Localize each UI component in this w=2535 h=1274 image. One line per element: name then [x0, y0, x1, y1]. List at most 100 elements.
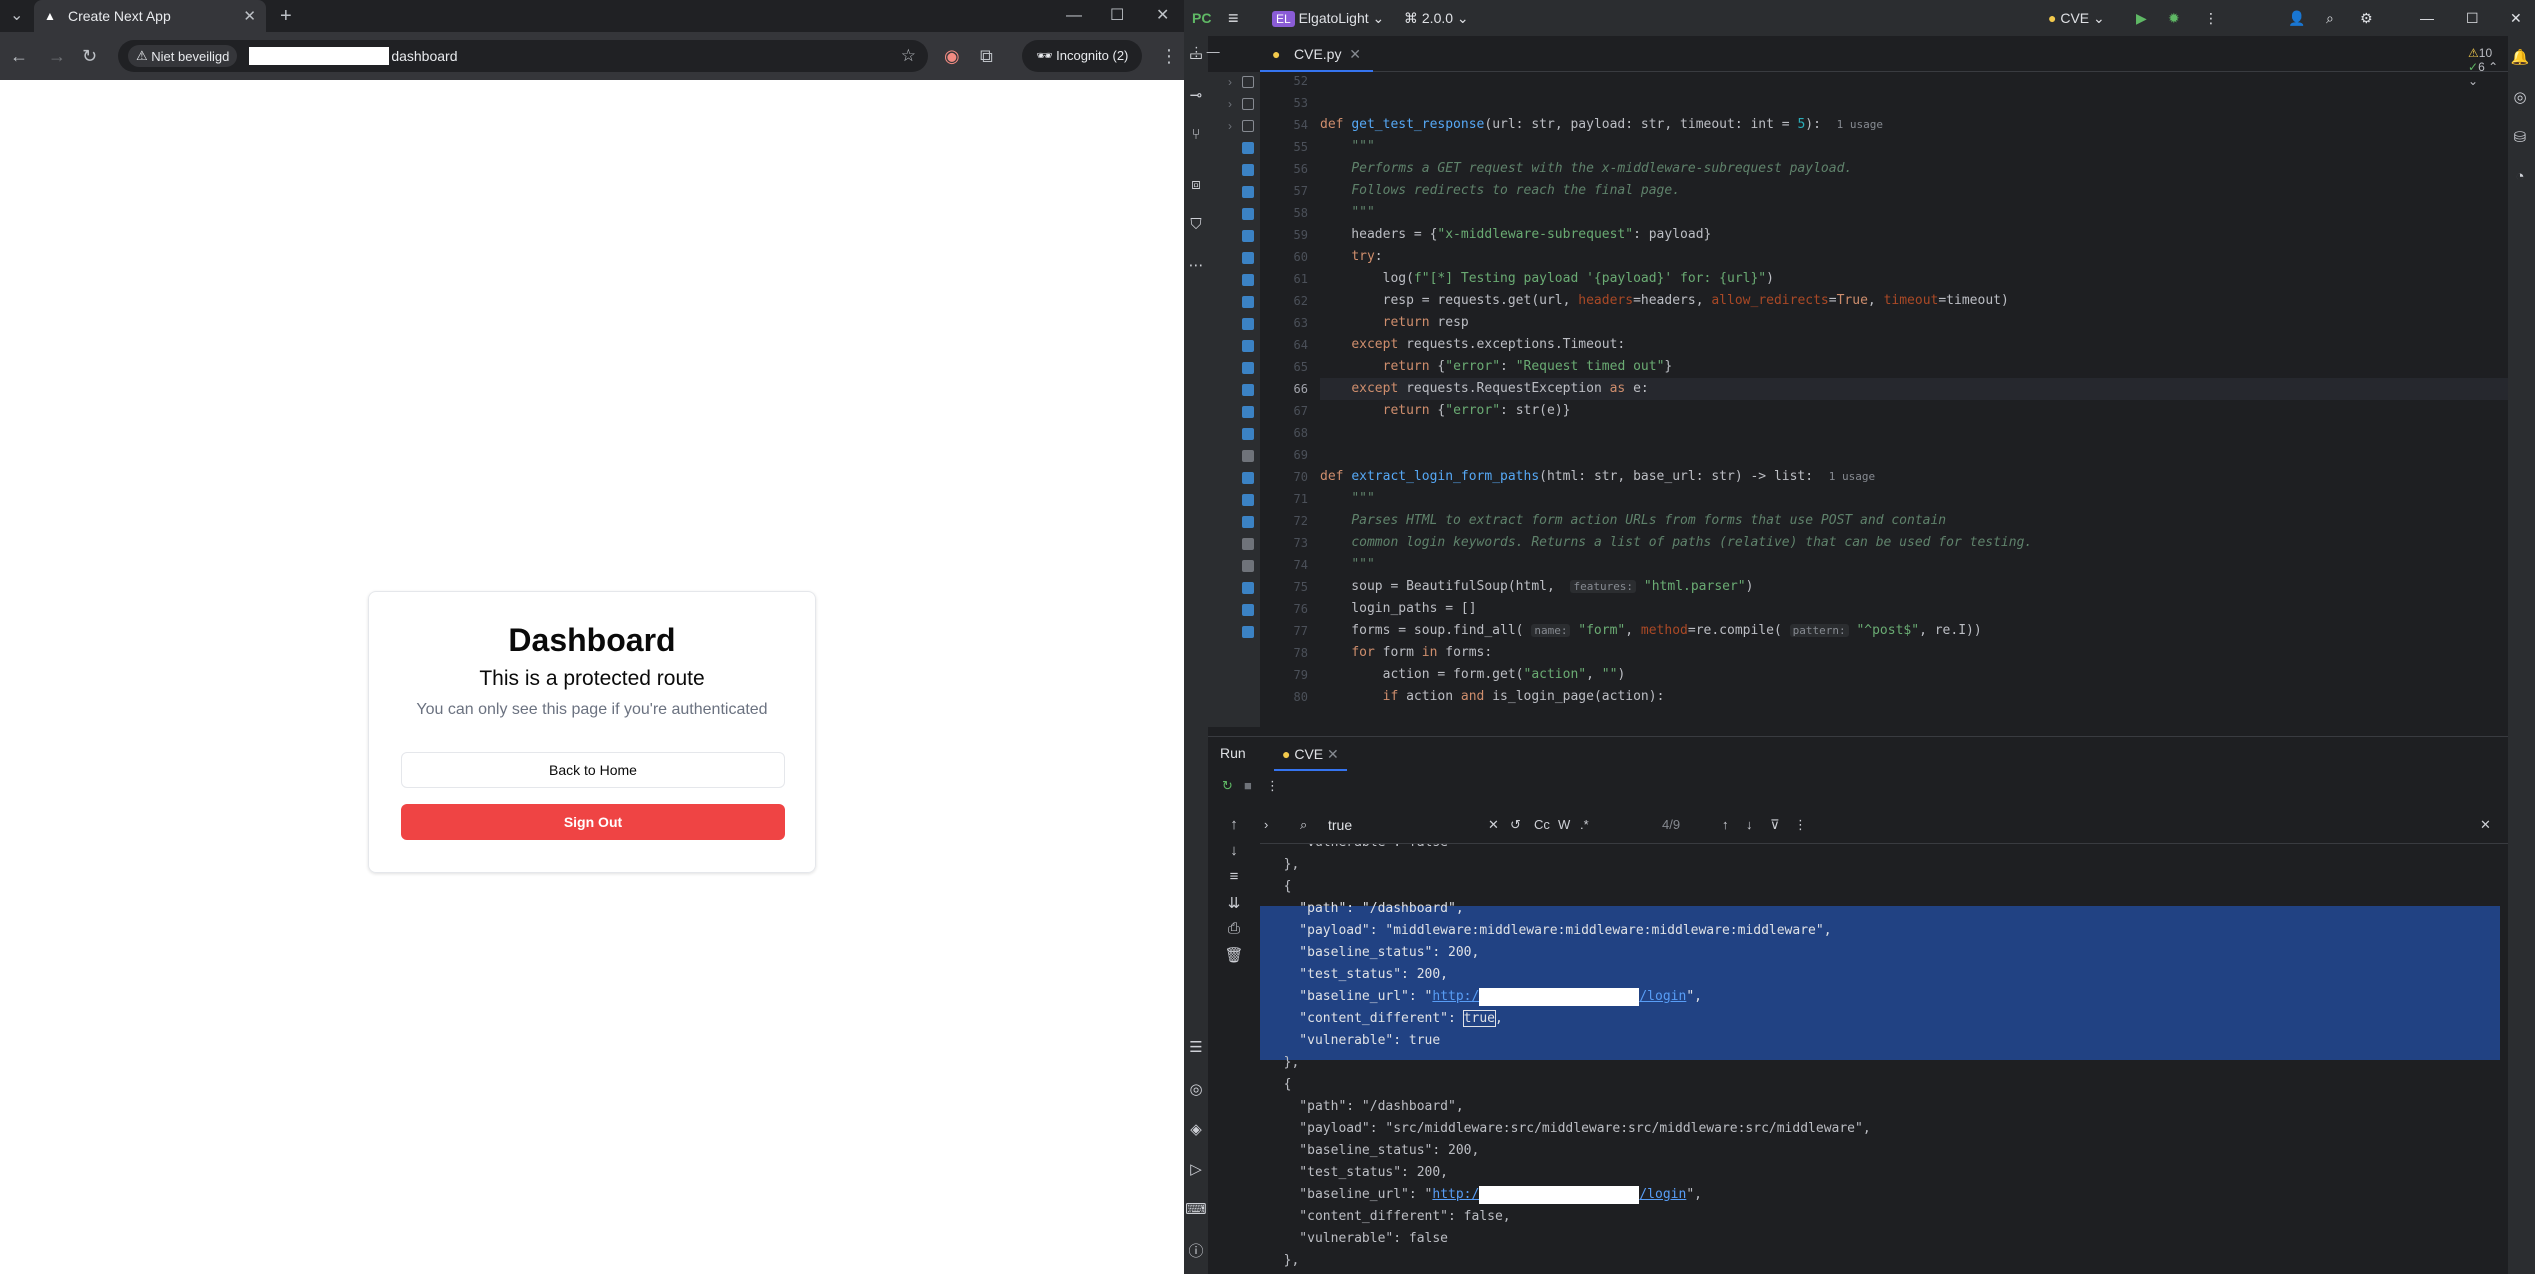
project-tree-row[interactable] [1208, 182, 1260, 204]
bookmarks-icon[interactable]: ⛉ [1184, 216, 1208, 233]
rerun-icon[interactable]: ↻ [1222, 778, 1233, 794]
project-tree-row[interactable] [1208, 380, 1260, 402]
project-tree-row[interactable] [1208, 292, 1260, 314]
project-tree-row[interactable] [1208, 358, 1260, 380]
project-tree-row[interactable] [1208, 622, 1260, 644]
bookmark-star-icon[interactable]: ☆ [901, 46, 916, 66]
project-tree-row[interactable] [1208, 424, 1260, 446]
code-line[interactable]: Follows redirects to reach the final pag… [1320, 180, 1680, 202]
close-find-icon[interactable]: ✕ [2480, 817, 2491, 833]
code-line[interactable]: def extract_login_form_paths(html: str, … [1320, 466, 1875, 488]
project-tree-row[interactable] [1208, 468, 1260, 490]
code-line[interactable]: Parses HTML to extract form action URLs … [1320, 510, 1946, 532]
code-line[interactable]: if action and is_login_page(action): [1320, 686, 1665, 708]
tab-close-icon[interactable]: ✕ [243, 7, 256, 25]
notifications-icon[interactable]: 🔔 [2508, 48, 2532, 66]
sign-out-button[interactable]: Sign Out [401, 804, 785, 840]
code-line[interactable]: """ [1320, 136, 1374, 158]
browser-tab[interactable]: ▲ Create Next App ✕ [34, 0, 266, 32]
tab-search-chevron-icon[interactable]: ⌄ [10, 0, 23, 32]
expand-arrow-icon[interactable]: › [1228, 75, 1232, 89]
new-tab-icon[interactable]: + [280, 0, 292, 32]
project-tree-row[interactable] [1208, 336, 1260, 358]
project-tree-row[interactable] [1208, 138, 1260, 160]
code-line[interactable]: common login keywords. Returns a list of… [1320, 532, 2032, 554]
settings-gear-icon[interactable]: ⚙ [2360, 0, 2373, 36]
minimize-icon[interactable]: — [1066, 0, 1082, 32]
services-icon[interactable]: ▷ [1184, 1160, 1208, 1178]
expand-arrow-icon[interactable]: › [1228, 97, 1232, 111]
code-line[interactable]: log(f"[*] Testing payload '{payload}' fo… [1320, 268, 1774, 290]
code-line[interactable]: except requests.RequestException as e:💡 [1320, 378, 2508, 400]
forward-icon[interactable]: → [48, 32, 66, 80]
project-tree-row[interactable] [1208, 314, 1260, 336]
code-line[interactable]: return {"error": "Request timed out"} [1320, 356, 1673, 378]
find-more-icon[interactable]: ⋮ [1794, 817, 1807, 833]
run-config-selector[interactable]: ● CVE ⌄ [2048, 0, 2105, 36]
expand-find-icon[interactable]: › [1264, 817, 1268, 832]
run-console-output[interactable]: "vulnerable": false }, { "path": "/dashb… [1260, 844, 2508, 1274]
code-line[interactable]: return resp [1320, 312, 1469, 334]
project-tree-row[interactable] [1208, 226, 1260, 248]
code-line[interactable]: """ [1320, 202, 1374, 224]
ai-assistant-icon[interactable]: ◎ [2508, 88, 2532, 106]
expand-arrow-icon[interactable]: › [1228, 119, 1232, 133]
problems-icon[interactable]: ⓘ [1184, 1240, 1208, 1261]
browser-menu-icon[interactable]: ⋮ [1160, 32, 1178, 80]
project-tree-row[interactable]: › [1208, 116, 1260, 138]
project-tree-row[interactable] [1208, 600, 1260, 622]
project-switcher[interactable]: EL ElgatoLight ⌄ [1272, 0, 1384, 37]
find-history-icon[interactable]: ↺ [1510, 817, 1521, 833]
filter-icon[interactable]: ⊽ [1770, 817, 1780, 833]
pull-requests-icon[interactable]: ⑂ [1184, 126, 1208, 143]
soft-wrap-icon[interactable]: ≡ [1222, 868, 1246, 885]
more-tools-icon[interactable]: ⋯ [1184, 256, 1208, 274]
project-tree-row[interactable] [1208, 578, 1260, 600]
run-tab-close-icon[interactable]: ✕ [1327, 746, 1339, 762]
extension-icon[interactable]: ◉ [944, 32, 960, 80]
search-icon[interactable]: ⌕ [2326, 0, 2334, 36]
ide-close-icon[interactable]: ✕ [2510, 0, 2522, 36]
words-toggle[interactable]: W [1558, 817, 1570, 832]
run-more-icon[interactable]: ⋮ [1266, 778, 1279, 794]
incognito-indicator[interactable]: 🕶 Incognito (2) [1022, 40, 1143, 72]
main-menu-icon[interactable]: ≡ [1228, 0, 1239, 36]
run-icon[interactable]: ▶ [2136, 0, 2147, 36]
code-line[interactable]: resp = requests.get(url, headers=headers… [1320, 290, 2009, 312]
structure-icon[interactable]: ⧈ [1184, 176, 1208, 193]
code-line[interactable]: try: [1320, 246, 1382, 268]
commit-icon[interactable]: ⊸ [1184, 86, 1208, 104]
regex-toggle[interactable]: .* [1580, 817, 1589, 832]
ide-maximize-icon[interactable]: ☐ [2466, 0, 2479, 36]
code-line[interactable]: """ [1320, 488, 1374, 510]
stop-icon[interactable]: ■ [1244, 778, 1252, 793]
prev-match-icon[interactable]: ↑ [1722, 817, 1729, 832]
todo-list-icon[interactable]: ☰ [1184, 1038, 1208, 1056]
add-user-icon[interactable]: 👤 [2288, 0, 2305, 36]
more-actions-icon[interactable]: ⋮ [2204, 0, 2218, 36]
project-tree-row[interactable]: › [1208, 94, 1260, 116]
scroll-to-end-icon[interactable]: ⇊ [1222, 894, 1246, 912]
project-tree-row[interactable]: › [1208, 72, 1260, 94]
project-tree-row[interactable] [1208, 490, 1260, 512]
close-window-icon[interactable]: ✕ [1156, 0, 1169, 32]
code-line[interactable]: forms = soup.find_all( name: "form", met… [1320, 620, 1981, 642]
code-line[interactable]: """ [1320, 554, 1374, 576]
project-tree-row[interactable] [1208, 402, 1260, 424]
project-tree-row[interactable] [1208, 204, 1260, 226]
terminal-icon[interactable]: ⌨ [1184, 1200, 1208, 1218]
project-tree-row[interactable] [1208, 446, 1260, 468]
back-icon[interactable]: ← [10, 32, 28, 80]
reload-icon[interactable]: ↻ [82, 32, 97, 80]
code-line[interactable]: Performs a GET request with the x-middle… [1320, 158, 1852, 180]
match-case-toggle[interactable]: Cc [1534, 817, 1550, 832]
project-tree-row[interactable] [1208, 160, 1260, 182]
ide-minimize-icon[interactable]: — [2420, 0, 2434, 36]
clear-console-icon[interactable]: 🗑 [1222, 946, 1246, 964]
security-chip[interactable]: ⚠ Niet beveiligd [128, 45, 238, 67]
project-tree-row[interactable] [1208, 248, 1260, 270]
scroll-down-icon[interactable]: ↓ [1222, 842, 1246, 859]
python-console-icon[interactable]: ◎ [1184, 1080, 1208, 1098]
project-tree[interactable]: › › › [1208, 72, 1260, 727]
extensions-puzzle-icon[interactable]: ⧉ [980, 32, 993, 80]
